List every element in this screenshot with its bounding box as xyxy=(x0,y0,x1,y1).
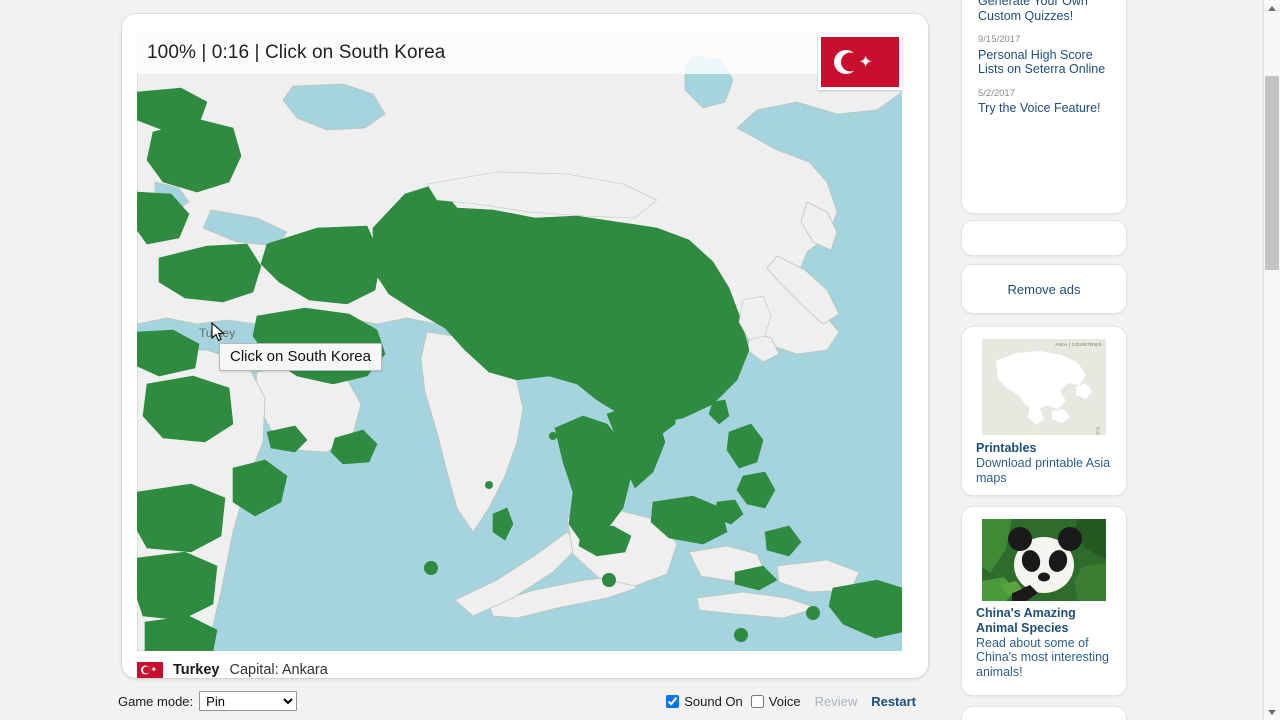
news-card: 12/14/2017 The Six Game Modes in Seterra… xyxy=(961,0,1127,214)
page-root: Turkey Click on South Korea 100% | 0:16 … xyxy=(0,0,1280,720)
remove-ads-card[interactable]: Remove ads xyxy=(961,264,1127,314)
panda-subtitle[interactable]: Read about some of China's most interest… xyxy=(976,636,1112,680)
answer-flag-icon: ✦ xyxy=(137,661,163,678)
quiz-card: Turkey Click on South Korea 100% | 0:16 … xyxy=(122,14,928,678)
news-title[interactable]: Personal High Score Lists on Seterra Onl… xyxy=(978,48,1110,77)
news-item[interactable]: 5/2/2017 Try the Voice Feature! xyxy=(978,88,1110,116)
current-country-flag-badge: ✦ xyxy=(818,34,902,90)
panda-title[interactable]: China's Amazing Animal Species xyxy=(976,606,1112,636)
answer-capital: Capital: Ankara xyxy=(229,662,328,678)
printables-card[interactable]: ASIA | COUNTRIES Seterra Printables Down… xyxy=(961,326,1127,496)
gamemode-label: Game mode: xyxy=(118,693,194,709)
news-item[interactable]: 9/15/2017 Personal High Score Lists on S… xyxy=(978,34,1110,77)
ad-slot-empty xyxy=(961,220,1127,256)
news-title[interactable]: Try the Voice Feature! xyxy=(978,101,1110,116)
sound-checkbox[interactable] xyxy=(666,694,680,708)
scrollbar-down-button[interactable] xyxy=(1264,704,1280,720)
chevron-up-icon xyxy=(1268,5,1276,11)
left-gutter xyxy=(0,0,108,720)
map-svg[interactable] xyxy=(137,32,902,651)
printables-title[interactable]: Printables xyxy=(976,441,1112,456)
answer-country-name: Turkey xyxy=(173,662,220,678)
news-date: 5/2/2017 xyxy=(978,87,1015,99)
gamemode-select[interactable]: PinTypeMultiple ChoiceLearnMap TourPin A… xyxy=(199,691,298,711)
voice-label: Voice xyxy=(768,693,801,709)
remove-ads-label[interactable]: Remove ads xyxy=(1008,282,1081,297)
sound-label: Sound On xyxy=(684,693,743,709)
scrollbar-thumb[interactable] xyxy=(1265,76,1279,270)
quiz-controls-right: Sound On Voice Review Restart xyxy=(666,694,928,709)
printables-subtitle[interactable]: Download printable Asia maps xyxy=(976,456,1112,486)
sound-toggle[interactable]: Sound On xyxy=(666,694,743,709)
voice-checkbox[interactable] xyxy=(750,694,764,708)
news-item[interactable]: 12/6/2017 Generate Your Own Custom Quizz… xyxy=(978,0,1110,23)
right-sidebar: 12/14/2017 The Six Game Modes in Seterra… xyxy=(957,0,1133,720)
scrollbar-up-button[interactable] xyxy=(1264,0,1280,16)
quiz-controls: Game mode: PinTypeMultiple ChoiceLearnMa… xyxy=(118,690,928,712)
restart-link[interactable]: Restart xyxy=(871,694,916,709)
news-title[interactable]: Generate Your Own Custom Quizzes! xyxy=(978,0,1110,23)
quiz-tooltip: Click on South Korea xyxy=(219,343,382,371)
turkey-flag-icon: ✦ xyxy=(821,37,899,87)
chevron-down-icon xyxy=(1268,709,1276,715)
answer-bar: ✦ Turkey Capital: Ankara xyxy=(137,655,902,678)
printable-thumb-signature: Seterra xyxy=(1095,427,1101,435)
news-date: 9/15/2017 xyxy=(978,34,1021,46)
quiz-map[interactable]: Turkey Click on South Korea xyxy=(137,32,902,651)
voice-toggle[interactable]: Voice xyxy=(750,693,801,709)
page-scrollbar[interactable] xyxy=(1263,0,1280,720)
review-link: Review xyxy=(814,693,858,709)
printable-map-thumbnail[interactable]: ASIA | COUNTRIES Seterra xyxy=(982,339,1106,435)
sidebar-next-card xyxy=(961,706,1127,720)
panda-photo-thumbnail[interactable] xyxy=(982,519,1106,601)
map-hover-country-label: Turkey xyxy=(199,326,236,340)
china-animals-card[interactable]: China's Amazing Animal Species Read abou… xyxy=(961,506,1127,696)
